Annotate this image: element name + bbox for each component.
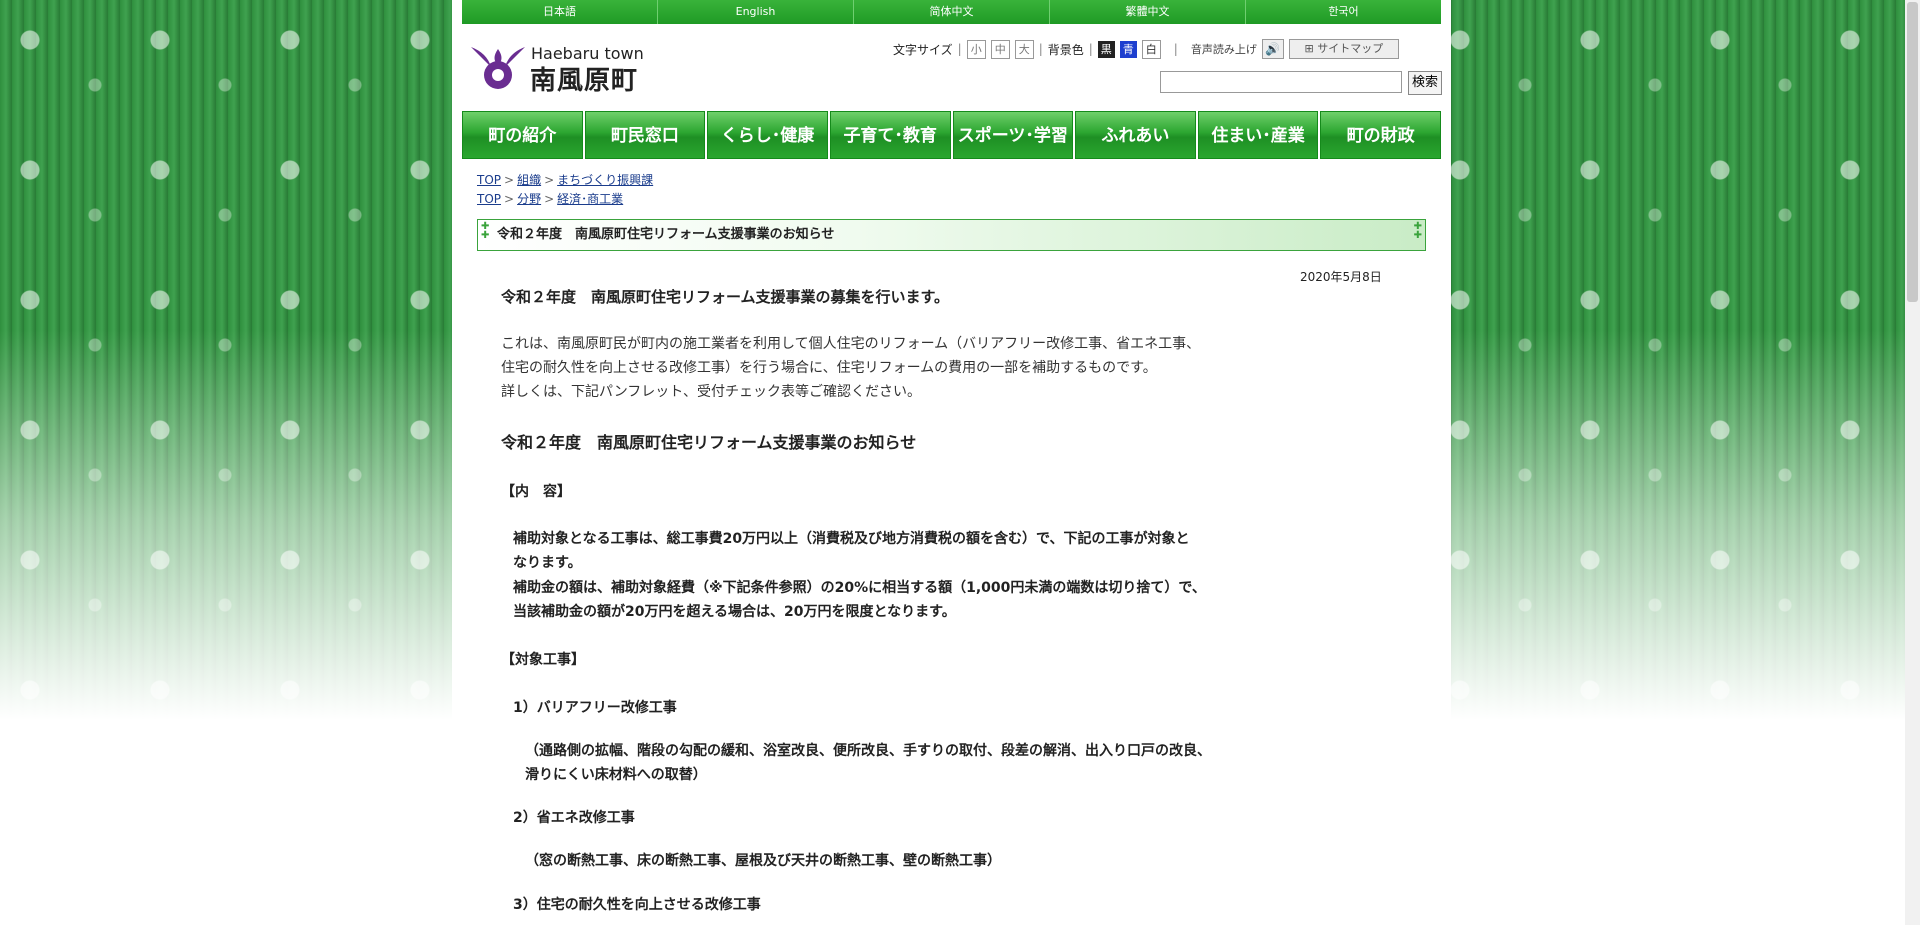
divider: |	[1173, 42, 1178, 56]
section-label-content: 【内 容】	[501, 484, 571, 500]
decorative-corner-icon: ✚ ✚	[481, 221, 490, 241]
lang-japanese-link[interactable]: 日本語	[462, 0, 658, 24]
sitemap-label: サイトマップ	[1317, 42, 1384, 55]
bg-black-button[interactable]: 黒	[1097, 40, 1115, 58]
breadcrumb-separator: >	[544, 173, 555, 187]
publish-date: 2020年5月8日	[1300, 270, 1382, 284]
font-size-label: 文字サイズ	[893, 42, 953, 57]
target-item-1-detail: 滑りにくい床材料への取替）	[525, 767, 707, 783]
page-title-bar: ✚ ✚ 令和２年度 南風原町住宅リフォーム支援事業のお知らせ ✚ ✚	[477, 219, 1426, 251]
nav-item-life-health[interactable]: くらし･健康	[707, 111, 828, 159]
search-input[interactable]	[1160, 71, 1402, 93]
nav-item-finance[interactable]: 町の財政	[1320, 111, 1441, 159]
section-label-target: 【対象工事】	[501, 652, 585, 668]
content-line: 補助金の額は、補助対象経費（※下記条件参照）の20%に相当する額（1,000円未…	[513, 580, 1206, 596]
nav-item-housing-industry[interactable]: 住まい･産業	[1197, 111, 1319, 159]
font-size-small-button[interactable]: 小	[966, 39, 986, 59]
breadcrumb-separator: >	[544, 192, 555, 206]
bg-white-button[interactable]: 白	[1141, 39, 1161, 59]
breadcrumb-separator: >	[504, 173, 515, 187]
divider: |	[1088, 42, 1093, 56]
accessibility-tools: 文字サイズ | 小 中 大 | 背景色 | 黒 青 白 | 音声読み上げ 🔊 ⊞…	[893, 39, 1399, 59]
scrollbar-thumb[interactable]	[1907, 2, 1918, 302]
nav-item-town-intro[interactable]: 町の紹介	[462, 111, 583, 159]
background-color-label: 背景色	[1047, 42, 1084, 57]
section-heading: 令和２年度 南風原町住宅リフォーム支援事業のお知らせ	[501, 433, 917, 452]
divider: |	[1038, 42, 1043, 56]
lang-traditional-chinese-link[interactable]: 繁體中文	[1050, 0, 1246, 24]
main-nav: 町の紹介 町民窓口 くらし･健康 子育て･教育 スポーツ･学習 ふれあい 住まい…	[462, 111, 1441, 159]
lead-text: 令和２年度 南風原町住宅リフォーム支援事業の募集を行います。	[501, 288, 950, 306]
decorative-corner-icon: ✚ ✚	[1413, 221, 1422, 241]
language-bar: 日本語 English 简体中文 繁體中文 한국어	[462, 0, 1441, 24]
intro-line: 詳しくは、下記パンフレット、受付チェック表等ご確認ください。	[501, 384, 921, 400]
breadcrumb-separator: >	[504, 192, 515, 206]
target-item-1: 1）バリアフリー改修工事	[513, 700, 677, 716]
bg-blue-button[interactable]: 青	[1119, 40, 1137, 58]
intro-line: 住宅の耐久性を向上させる改修工事）を行う場合に、住宅リフォームの費用の一部を補助…	[501, 360, 1157, 376]
content-line: 補助対象となる工事は、総工事費20万円以上（消費税及び地方消費税の額を含む）で、…	[513, 531, 1190, 547]
breadcrumb: TOP > 分野 > 経済･商工業	[477, 190, 623, 207]
target-item-3: 3）住宅の耐久性を向上させる改修工事	[513, 897, 761, 913]
nav-item-sports-learning[interactable]: スポーツ･学習	[952, 111, 1074, 159]
lang-english-link[interactable]: English	[658, 0, 854, 24]
nav-item-community[interactable]: ふれあい	[1075, 111, 1196, 159]
divider: |	[957, 42, 962, 56]
breadcrumb-department-link[interactable]: まちづくり振興課	[557, 173, 653, 187]
target-item-1-detail: （通路側の拡幅、階段の勾配の緩和、浴室改良、便所改良、手すりの取付、段差の解消、…	[525, 743, 1211, 759]
page-title: 令和２年度 南風原町住宅リフォーム支援事業のお知らせ	[497, 227, 835, 242]
breadcrumb-top-link[interactable]: TOP	[477, 192, 501, 206]
content-line: 当該補助金の額が20万円を超える場合は、20万円を限度となります。	[513, 604, 956, 620]
town-emblem-icon[interactable]	[469, 45, 527, 91]
target-item-2-detail: （窓の断熱工事、床の断熱工事、屋根及び天井の断熱工事、壁の断熱工事）	[525, 853, 1001, 869]
breadcrumb-category-link[interactable]: 経済･商工業	[557, 192, 623, 206]
font-size-large-button[interactable]: 大	[1014, 39, 1034, 59]
lang-korean-link[interactable]: 한국어	[1246, 0, 1441, 24]
breadcrumb-top-link[interactable]: TOP	[477, 173, 501, 187]
breadcrumb-field-link[interactable]: 分野	[517, 192, 541, 206]
nav-item-citizen-desk[interactable]: 町民窓口	[584, 111, 706, 159]
content-line: なります。	[513, 555, 582, 571]
breadcrumb-organization-link[interactable]: 組織	[517, 173, 541, 187]
target-item-2: 2）省エネ改修工事	[513, 810, 635, 826]
speaker-icon[interactable]: 🔊	[1261, 39, 1284, 59]
breadcrumb: TOP > 組織 > まちづくり振興課	[477, 171, 653, 188]
font-size-medium-button[interactable]: 中	[990, 39, 1010, 59]
sitemap-icon: ⊞	[1304, 42, 1318, 55]
read-aloud-label: 音声読み上げ	[1190, 43, 1257, 56]
intro-line: これは、南風原町民が町内の施工業者を利用して個人住宅のリフォーム（バリアフリー改…	[501, 336, 1201, 352]
lang-simplified-chinese-link[interactable]: 简体中文	[854, 0, 1050, 24]
search-button[interactable]: 検索	[1408, 71, 1442, 95]
sitemap-button[interactable]: ⊞ サイトマップ	[1288, 39, 1399, 59]
nav-item-childcare-education[interactable]: 子育て･教育	[829, 111, 951, 159]
logo-japanese-text[interactable]: 南風原町	[530, 60, 638, 97]
